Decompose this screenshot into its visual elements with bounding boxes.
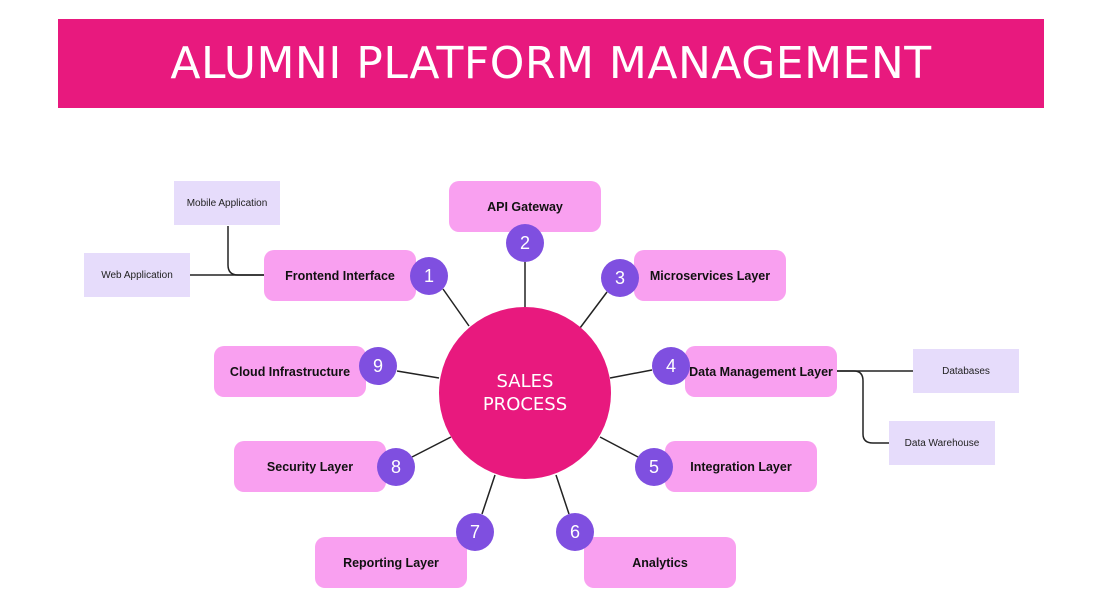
node-number-4: 4 bbox=[652, 347, 690, 385]
spoke-3 bbox=[579, 291, 608, 329]
node-number-6: 6 bbox=[556, 513, 594, 551]
node-reporting-layer: Reporting Layer bbox=[315, 537, 467, 588]
spoke-9 bbox=[396, 370, 440, 379]
node-number-1: 1 bbox=[410, 257, 448, 295]
node-data-management-layer: Data Management Layer bbox=[685, 346, 837, 397]
spoke-7 bbox=[481, 474, 496, 515]
node-analytics: Analytics bbox=[584, 537, 736, 588]
node-security-layer: Security Layer bbox=[234, 441, 386, 492]
node-integration-layer: Integration Layer bbox=[665, 441, 817, 492]
spoke-5 bbox=[599, 436, 639, 458]
node-frontend-interface: Frontend Interface bbox=[264, 250, 416, 301]
spoke-6 bbox=[555, 474, 570, 515]
node-cloud-infrastructure: Cloud Infrastructure bbox=[214, 346, 366, 397]
spoke-1 bbox=[442, 288, 470, 327]
node-number-5: 5 bbox=[635, 448, 673, 486]
spoke-4 bbox=[609, 369, 653, 379]
node-number-7: 7 bbox=[456, 513, 494, 551]
leaf-data-warehouse: Data Warehouse bbox=[889, 421, 995, 465]
branch-data-warehouse bbox=[837, 370, 889, 444]
spoke-8 bbox=[411, 436, 452, 458]
node-number-8: 8 bbox=[377, 448, 415, 486]
connector-lines bbox=[190, 226, 913, 515]
node-number-2: 2 bbox=[506, 224, 544, 262]
node-microservices-layer: Microservices Layer bbox=[634, 250, 786, 301]
leaf-databases: Databases bbox=[913, 349, 1019, 393]
center-hub: SALES PROCESS bbox=[439, 307, 611, 479]
node-number-3: 3 bbox=[601, 259, 639, 297]
node-number-9: 9 bbox=[359, 347, 397, 385]
branch-mobile-application bbox=[227, 226, 264, 276]
leaf-web-application: Web Application bbox=[84, 253, 190, 297]
leaf-mobile-application: Mobile Application bbox=[174, 181, 280, 225]
